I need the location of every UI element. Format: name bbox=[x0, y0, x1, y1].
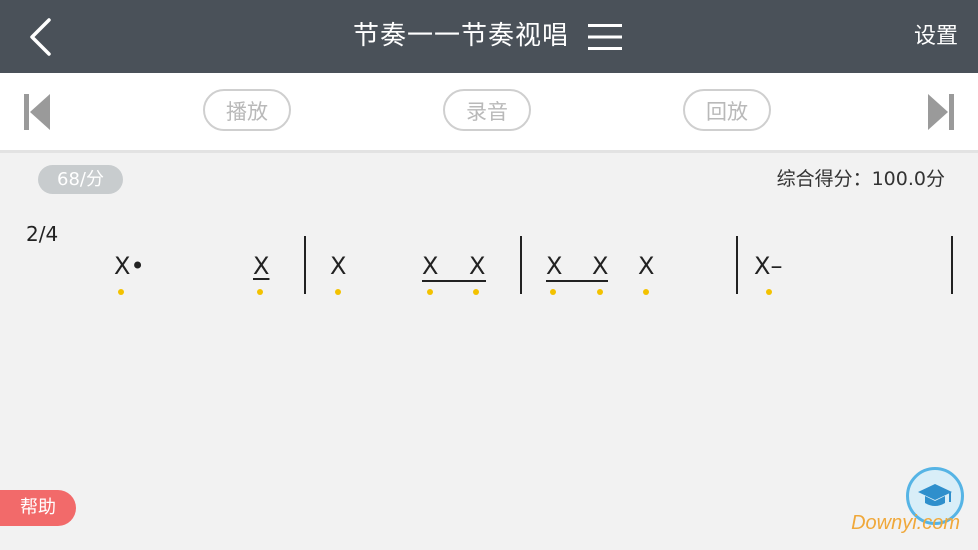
eighth-note: X bbox=[546, 252, 563, 280]
eighth-note: X bbox=[592, 252, 609, 280]
settings-button[interactable]: 设置 bbox=[914, 0, 958, 73]
final-bar-line bbox=[951, 236, 953, 294]
hamburger-menu-icon bbox=[588, 23, 622, 50]
playback-toolbar: 播放 录音 回放 bbox=[0, 73, 978, 153]
quarter-note: X bbox=[638, 252, 655, 280]
beat-dot bbox=[118, 289, 124, 295]
bar-line bbox=[304, 236, 306, 294]
beat-dot bbox=[257, 289, 263, 295]
bar-line bbox=[520, 236, 522, 294]
page-title: 节奏一一节奏视唱 bbox=[352, 21, 569, 51]
eighth-note: X bbox=[422, 252, 439, 280]
beat-dot bbox=[766, 289, 772, 295]
beat-dot bbox=[473, 289, 479, 295]
eighth-note: X bbox=[469, 252, 486, 280]
menu-button[interactable] bbox=[585, 19, 625, 55]
previous-button[interactable] bbox=[22, 92, 54, 132]
record-button[interactable]: 录音 bbox=[443, 89, 531, 131]
time-signature: 2/4 bbox=[26, 222, 59, 246]
bar-line bbox=[736, 236, 738, 294]
graduation-cap-icon bbox=[918, 484, 952, 506]
eighth-note: X bbox=[253, 252, 270, 280]
watermark-text: Downyi.com bbox=[851, 512, 960, 534]
beam-line bbox=[546, 280, 608, 282]
total-score: 综合得分：100.0分 bbox=[776, 168, 945, 190]
beat-dot bbox=[427, 289, 433, 295]
dotted-note: X• bbox=[114, 252, 145, 280]
tempo-badge: 68/分 bbox=[38, 165, 123, 194]
beat-dot bbox=[597, 289, 603, 295]
beat-dot bbox=[643, 289, 649, 295]
beam-line bbox=[422, 280, 486, 282]
beat-dot bbox=[335, 289, 341, 295]
next-button[interactable] bbox=[924, 92, 956, 132]
beat-dot bbox=[550, 289, 556, 295]
rhythm-practice-screen: 节奏一一节奏视唱 设置 播放 录音 回放 68/分 综合得分：100.0分 2/… bbox=[0, 0, 978, 550]
help-button[interactable]: 帮助 bbox=[0, 490, 76, 526]
page-title-area: 节奏一一节奏视唱 bbox=[0, 0, 978, 73]
half-note: X– bbox=[754, 252, 783, 280]
quarter-note: X bbox=[330, 252, 347, 280]
replay-button[interactable]: 回放 bbox=[683, 89, 771, 131]
skip-next-icon bbox=[928, 94, 954, 130]
skip-previous-icon bbox=[24, 94, 50, 130]
top-bar: 节奏一一节奏视唱 设置 bbox=[0, 0, 978, 73]
play-button[interactable]: 播放 bbox=[203, 89, 291, 131]
